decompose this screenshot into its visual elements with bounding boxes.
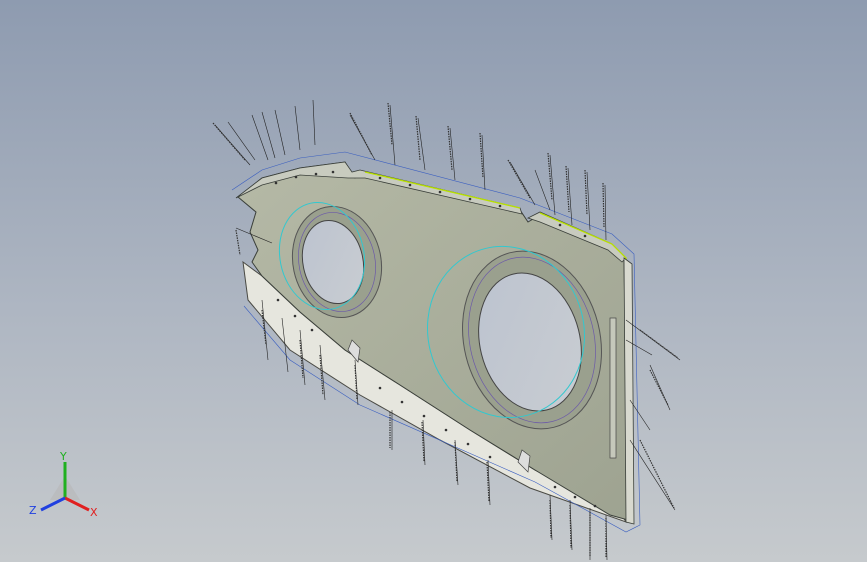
y-axis-label: Y xyxy=(59,450,67,463)
z-axis-label: Z xyxy=(29,504,37,517)
x-axis-label: X xyxy=(90,506,98,519)
right-slot xyxy=(609,317,617,459)
model-scene[interactable] xyxy=(0,0,867,562)
view-orientation-triad[interactable]: Y X Z xyxy=(25,448,105,528)
right-edge-face xyxy=(623,257,635,525)
graphics-viewport[interactable]: Y X Z xyxy=(0,0,867,562)
